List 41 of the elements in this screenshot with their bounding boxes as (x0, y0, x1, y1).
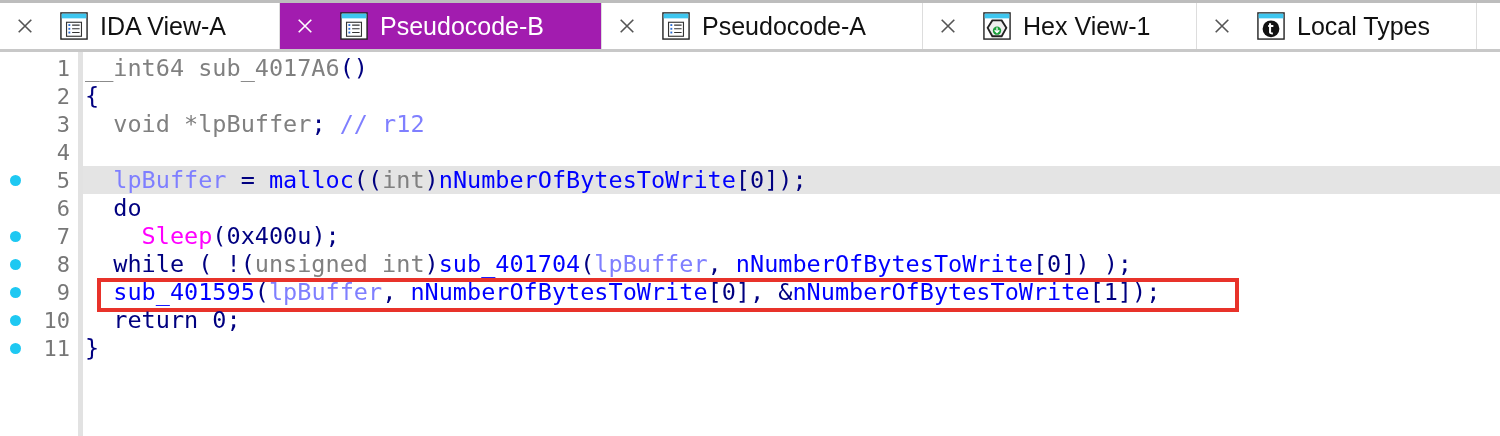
tab[interactable]: Pseudocode-A (602, 3, 923, 49)
code-line: do (112, 194, 142, 222)
code-line: while ( !(unsigned int)sub_401704(lpBuffer, nNumberOfBytesToWrite[0]) ); (112, 250, 1132, 278)
breakpoint-dot[interactable] (9, 174, 21, 186)
tab[interactable]: Pseudocode-B (280, 3, 602, 49)
line-number: 11 (42, 335, 70, 361)
info-window-icon (1257, 12, 1285, 40)
line-number: 6 (55, 195, 70, 221)
list-window-icon (340, 12, 368, 40)
line-number: 1 (55, 55, 70, 81)
list-window-icon (60, 12, 88, 40)
breakpoint-dot[interactable] (9, 258, 21, 270)
breakpoint-dot[interactable] (9, 286, 21, 298)
tab[interactable]: Hex View-1 (923, 3, 1197, 49)
code-line: } (85, 334, 100, 362)
breakpoint-dot[interactable] (9, 314, 21, 326)
line-number: 10 (42, 307, 70, 333)
line-number: 9 (55, 279, 70, 305)
hexagon-window-icon (983, 12, 1011, 40)
tab[interactable]: Local Types (1197, 3, 1477, 49)
code-line: lpBuffer = malloc((int)nNumberOfBytesToWrite[0]); (112, 166, 807, 194)
code-line: void *lpBuffer; // r12 (112, 110, 425, 138)
line-number: 2 (55, 83, 70, 109)
code-line: __int64 sub_4017A6() (85, 54, 368, 82)
code-line: Sleep(0x400u); (140, 222, 340, 250)
breakpoint-dot[interactable] (9, 230, 21, 242)
line-number: 5 (55, 167, 70, 193)
code-line: sub_401595(lpBuffer, nNumberOfBytesToWrite[0], &nNumberOfBytesToWrite[1]); (112, 278, 1161, 306)
line-number: 7 (55, 223, 70, 249)
line-number: 3 (55, 111, 70, 137)
code-line: return 0; (112, 306, 241, 334)
line-number: 8 (55, 251, 70, 277)
tab[interactable]: IDA View-A (0, 3, 280, 49)
close-icon[interactable] (16, 17, 34, 35)
line-number: 4 (55, 139, 70, 165)
code-line: { (85, 82, 100, 110)
list-window-icon (662, 12, 690, 40)
breakpoint-dot[interactable] (9, 342, 21, 354)
close-icon[interactable] (1213, 17, 1231, 35)
close-icon[interactable] (939, 17, 957, 35)
close-icon[interactable] (618, 17, 636, 35)
